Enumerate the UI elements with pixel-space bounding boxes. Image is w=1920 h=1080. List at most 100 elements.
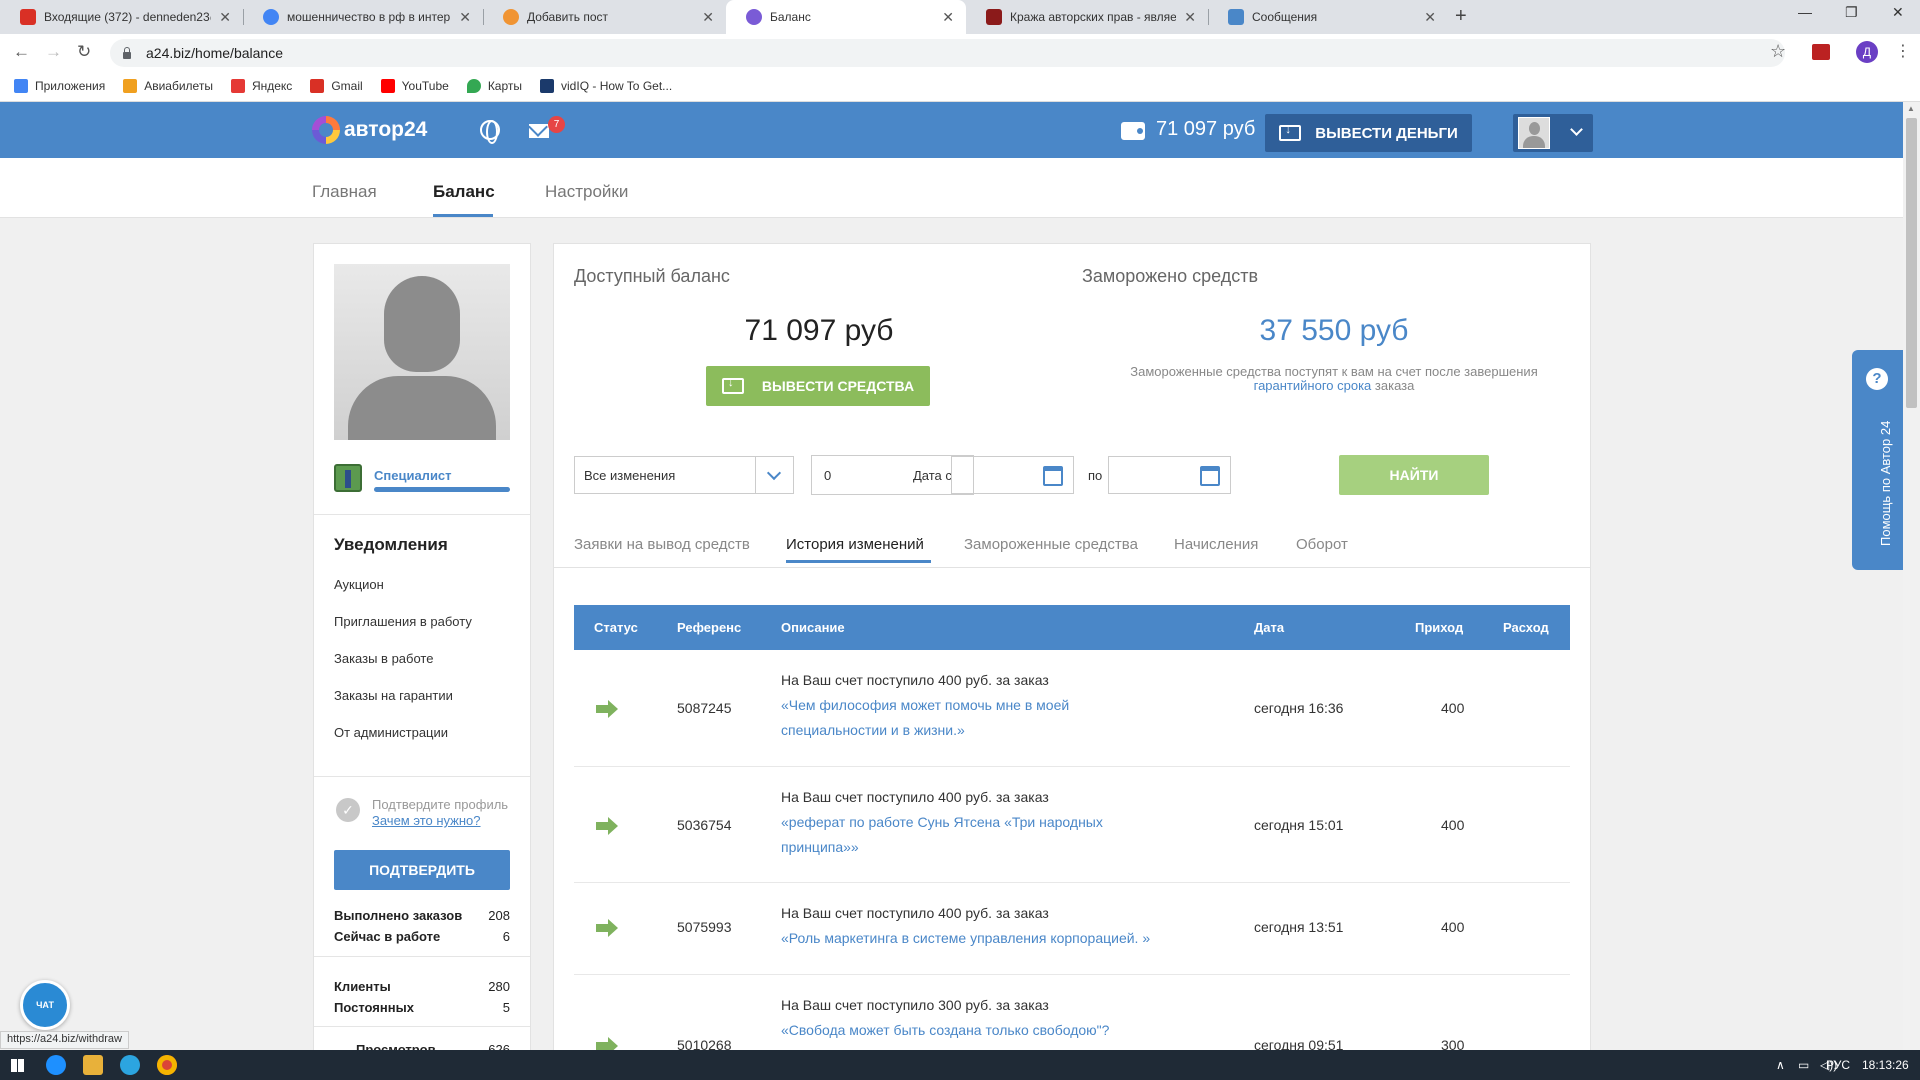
specialist-level-label[interactable]: Специалист	[374, 468, 452, 483]
back-icon[interactable]: ←	[13, 42, 30, 62]
row-description: На Ваш счет поступило 400 руб. за заказ …	[781, 905, 1151, 946]
url-input[interactable]: a24.biz/home/balance	[110, 39, 1785, 67]
help-side-tab[interactable]: ? Помощь по Автор 24	[1852, 350, 1904, 570]
network-icon[interactable]: ▭	[1798, 1058, 1809, 1072]
browser-tab-active[interactable]: Баланс ✕	[726, 0, 966, 34]
scrollbar-thumb[interactable]	[1906, 118, 1917, 408]
order-link[interactable]: «Свобода может быть создана только свобо…	[781, 1022, 1109, 1038]
close-window-icon[interactable]: ✕	[1892, 4, 1904, 21]
notification-admin[interactable]: От администрации	[334, 725, 448, 740]
windows-start-icon[interactable]	[11, 1059, 24, 1072]
bookmark-star-icon[interactable]: ☆	[1770, 41, 1786, 62]
close-tab-icon[interactable]: ✕	[942, 9, 954, 26]
browser-tabbar: Входящие (372) - denneden23@ ✕ мошенниче…	[0, 0, 1920, 34]
new-tab-icon[interactable]: +	[1455, 5, 1467, 28]
row-reference: 5075993	[677, 919, 732, 935]
tab-accruals[interactable]: Начисления	[1174, 536, 1258, 553]
yandex-icon	[230, 78, 245, 93]
restore-icon[interactable]: ❐	[1845, 4, 1858, 21]
withdraw-icon	[1279, 122, 1302, 141]
bookmark-avia[interactable]: Авиабилеты	[123, 78, 213, 93]
col-description[interactable]: Описание	[781, 620, 845, 635]
notification-auction[interactable]: Аукцион	[334, 577, 384, 592]
date-from-label: Дата с	[913, 468, 952, 483]
order-link[interactable]: «Роль маркетинга в системе управления ко…	[781, 930, 1150, 946]
keyboard-language[interactable]: РУС	[1826, 1058, 1850, 1072]
order-link[interactable]: «реферат по работе Сунь Ятсена «Три наро…	[781, 814, 1103, 855]
notification-warranty[interactable]: Заказы на гарантии	[334, 688, 453, 703]
user-menu-button[interactable]	[1513, 114, 1593, 152]
col-expense[interactable]: Расход	[1503, 620, 1549, 635]
close-tab-icon[interactable]: ✕	[219, 9, 231, 26]
profile-avatar-placeholder[interactable]	[334, 264, 510, 440]
browser-menu-icon[interactable]: ⋮	[1895, 41, 1911, 61]
browser-tab[interactable]: мошенничество в рф в интерне ✕	[243, 0, 483, 34]
tab-frozen-funds[interactable]: Замороженные средства	[964, 536, 1138, 553]
mail-icon[interactable]	[529, 124, 549, 138]
col-income[interactable]: Приход	[1415, 620, 1463, 635]
browser-tab[interactable]: Добавить пост ✕	[483, 0, 726, 34]
edge-icon[interactable]	[46, 1055, 66, 1075]
close-tab-icon[interactable]: ✕	[459, 9, 471, 26]
plane-icon	[123, 78, 138, 93]
divider	[314, 1026, 530, 1027]
order-link[interactable]: «Чем философия может помочь мне в моей с…	[781, 697, 1069, 738]
why-verify-link[interactable]: Зачем это нужно?	[372, 813, 481, 828]
date-from-input[interactable]	[951, 456, 1074, 494]
tab-withdraw-requests[interactable]: Заявки на вывод средств	[574, 536, 750, 553]
close-tab-icon[interactable]: ✕	[702, 9, 714, 26]
frozen-funds-note: Замороженные средства поступят к вам на …	[1130, 364, 1538, 393]
withdraw-money-button[interactable]: ВЫВЕСТИ ДЕНЬГИ	[1265, 114, 1472, 152]
profile-avatar[interactable]: Д	[1856, 41, 1878, 63]
reload-icon[interactable]: ↻	[77, 42, 91, 62]
chat-button[interactable]: ЧАТ	[20, 980, 70, 1030]
globe-icon[interactable]	[480, 120, 500, 144]
row-description: На Ваш счет поступило 300 руб. за заказ …	[781, 997, 1110, 1038]
col-status[interactable]: Статус	[594, 620, 638, 635]
clock[interactable]: 18:13:26	[1862, 1058, 1909, 1072]
lock-icon	[122, 47, 132, 59]
avtor24-logo[interactable]: автор24	[312, 116, 427, 144]
find-button[interactable]: НАЙТИ	[1339, 455, 1489, 495]
frozen-funds-amount: 37 550 руб	[1259, 314, 1409, 347]
browser-tab[interactable]: Кража авторских прав - являет ✕	[966, 0, 1208, 34]
telegram-icon[interactable]	[120, 1055, 140, 1075]
withdraw-funds-button[interactable]: ВЫВЕСТИ СРЕДСТВА	[706, 366, 930, 406]
notification-invitations[interactable]: Приглашения в работу	[334, 614, 472, 629]
tray-chevron-icon[interactable]: ∧	[1776, 1058, 1785, 1072]
browser-tab[interactable]: Входящие (372) - denneden23@ ✕	[0, 0, 243, 34]
calendar-icon[interactable]	[1043, 466, 1063, 486]
notification-in-progress[interactable]: Заказы в работе	[334, 651, 433, 666]
bookmark-apps[interactable]: Приложения	[14, 78, 105, 93]
bookmark-youtube[interactable]: YouTube	[380, 78, 449, 93]
verify-button[interactable]: ПОДТВЕРДИТЬ	[334, 850, 510, 890]
bookmark-maps[interactable]: Карты	[466, 78, 522, 93]
date-to-input[interactable]	[1108, 456, 1231, 494]
nav-settings[interactable]: Настройки	[545, 182, 628, 202]
scroll-up-icon[interactable]: ▲	[1907, 104, 1915, 113]
nav-balance[interactable]: Баланс	[433, 182, 495, 202]
warranty-period-link[interactable]: гарантийного срока	[1254, 378, 1372, 393]
nav-home[interactable]: Главная	[312, 182, 377, 202]
file-explorer-icon[interactable]	[83, 1055, 103, 1075]
extension-icon[interactable]	[1812, 44, 1830, 60]
minimize-icon[interactable]: —	[1798, 4, 1812, 20]
chrome-icon[interactable]	[157, 1055, 177, 1075]
col-reference[interactable]: Референс	[677, 620, 741, 635]
tab-turnover[interactable]: Оборот	[1296, 536, 1348, 553]
browser-tab[interactable]: Сообщения ✕	[1208, 0, 1448, 34]
row-income: 400	[1441, 700, 1465, 716]
bookmark-yandex[interactable]: Яндекс	[230, 78, 292, 93]
bookmark-vidiq[interactable]: vidIQ - How To Get...	[540, 78, 672, 93]
calendar-icon[interactable]	[1200, 466, 1220, 486]
tab-change-history[interactable]: История изменений	[786, 536, 924, 553]
page-scrollbar[interactable]: ▲	[1903, 102, 1920, 1050]
forward-icon[interactable]: →	[45, 42, 62, 62]
stat-completed: Выполнено заказов 208	[334, 908, 510, 923]
close-tab-icon[interactable]: ✕	[1184, 9, 1196, 26]
col-date[interactable]: Дата	[1254, 620, 1284, 635]
change-type-select[interactable]: Все изменения	[574, 456, 794, 494]
row-date: сегодня 13:51	[1254, 919, 1344, 935]
bookmark-gmail[interactable]: Gmail	[310, 78, 363, 93]
close-tab-icon[interactable]: ✕	[1424, 9, 1436, 26]
